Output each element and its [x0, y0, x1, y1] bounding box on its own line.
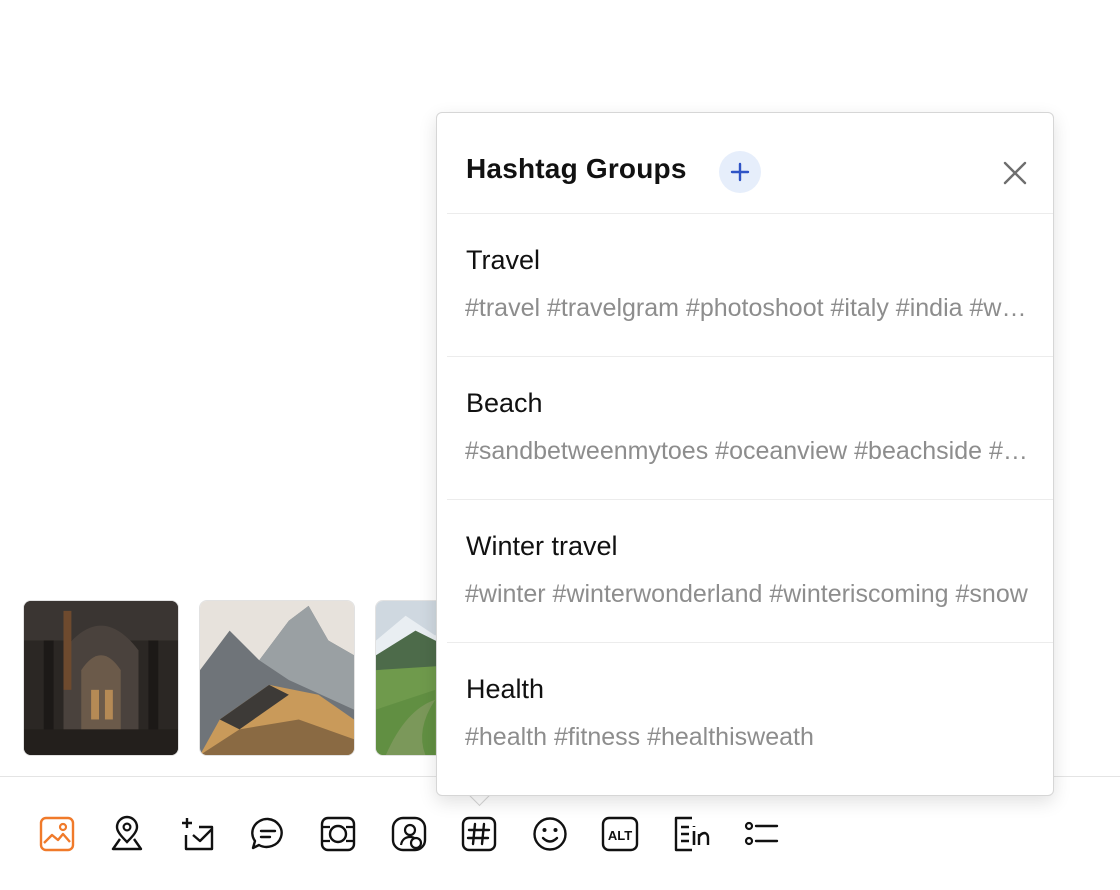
hashtag-group-item[interactable]: Winter travel #winter #winterwonderland …	[447, 500, 1053, 643]
composer-toolbar: ALT	[0, 800, 1120, 870]
hashtag-group-item[interactable]: Travel #travel #travelgram #photoshoot #…	[447, 214, 1053, 357]
alt-text-icon: ALT	[601, 816, 639, 852]
hashtag-group-item[interactable]: Beach #sandbetweenmytoes #oceanview #bea…	[447, 357, 1053, 500]
alt-text-tool-button[interactable]: ALT	[600, 814, 640, 854]
hashtag-group-item[interactable]: Health #health #fitness #healthisweath	[447, 643, 1053, 786]
media-frame-icon	[320, 816, 356, 852]
media-thumbnail-cathedral[interactable]	[23, 600, 179, 756]
mountains-image	[200, 601, 354, 755]
image-icon	[39, 816, 75, 852]
linkedin-text-tool-button[interactable]	[671, 814, 711, 854]
hashtag-group-tags: #travel #travelgram #photoshoot #italy #…	[465, 294, 1031, 322]
plus-icon	[730, 162, 750, 182]
hashtag-group-name: Health	[466, 674, 545, 704]
chat-bubble-icon	[251, 817, 283, 850]
emoji-tool-button[interactable]	[530, 814, 570, 854]
location-pin-icon	[111, 815, 143, 851]
hashtag-groups-popover: Hashtag Groups Travel #travel #travelgra…	[436, 112, 1054, 796]
hashtag-tool-button[interactable]	[459, 814, 499, 854]
image-tool-button[interactable]	[37, 814, 77, 854]
alt-label: ALT	[608, 828, 632, 843]
emoji-icon	[533, 817, 567, 851]
location-tool-button[interactable]	[107, 814, 147, 854]
hashtag-icon	[461, 816, 497, 852]
close-popover-button[interactable]	[999, 157, 1031, 189]
add-hashtag-group-button[interactable]	[719, 151, 761, 193]
linkedin-text-icon	[674, 816, 710, 852]
add-mail-icon	[182, 818, 214, 851]
composer-stage: ALT Hashtag Groups Travel #travel #trave…	[0, 0, 1120, 890]
cathedral-image	[24, 601, 178, 755]
hashtag-group-tags: #health #fitness #healthisweath	[465, 723, 814, 751]
tag-people-tool-button[interactable]	[389, 814, 429, 854]
hashtag-group-name: Beach	[466, 388, 543, 418]
add-mail-tool-button[interactable]	[178, 814, 218, 854]
hashtag-group-tags: #winter #winterwonderland #winteriscomin…	[465, 580, 1028, 608]
close-icon	[1003, 161, 1027, 185]
checklist-tool-button[interactable]	[741, 814, 781, 854]
popover-title: Hashtag Groups	[466, 153, 687, 184]
hashtag-group-name: Winter travel	[466, 531, 618, 561]
checklist-icon	[744, 821, 779, 846]
comment-tool-button[interactable]	[248, 814, 288, 854]
media-tool-button[interactable]	[318, 814, 358, 854]
media-thumbnail-mountains[interactable]	[199, 600, 355, 756]
tag-people-icon	[391, 816, 427, 852]
hashtag-group-name: Travel	[466, 245, 541, 275]
hashtag-group-tags: #sandbetweenmytoes #oceanview #beachside…	[465, 437, 1031, 465]
